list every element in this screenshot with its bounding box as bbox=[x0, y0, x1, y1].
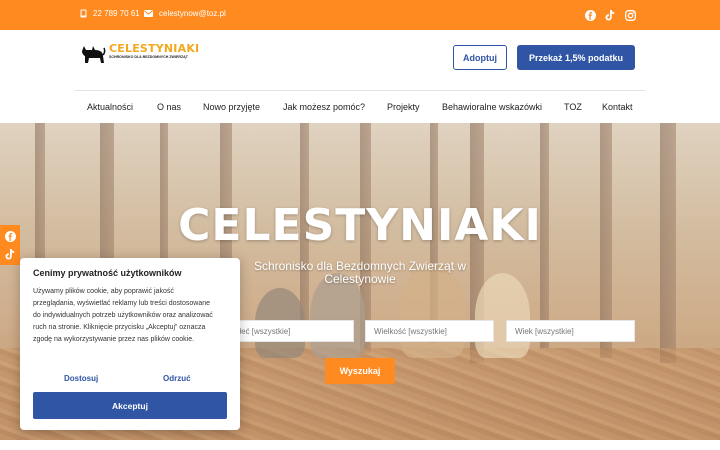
nav-item-about[interactable]: O nas bbox=[157, 102, 181, 112]
customize-cookies-button[interactable]: Dostosuj bbox=[64, 374, 98, 383]
page-bottom bbox=[0, 440, 720, 450]
top-bar: 22 789 70 61 celestynow@toz.pl bbox=[0, 0, 720, 30]
cookie-consent-panel: Cenimy prywatność użytkowników Używamy p… bbox=[20, 258, 240, 430]
tiktok-icon[interactable] bbox=[3, 247, 17, 261]
nav-item-projects[interactable]: Projekty bbox=[387, 102, 420, 112]
donate-tax-button[interactable]: Przekaż 1,5% podatku bbox=[517, 45, 635, 70]
hero-title: CELESTYNIAKI bbox=[178, 200, 542, 251]
nav-item-contact[interactable]: Kontakt bbox=[602, 102, 633, 112]
adopt-button[interactable]: Adoptuj bbox=[453, 45, 507, 70]
nav-item-new-arrivals[interactable]: Nowo przyjęte bbox=[203, 102, 260, 112]
nav-item-how-to-help[interactable]: Jak możesz pomóc? bbox=[283, 102, 365, 112]
facebook-icon[interactable] bbox=[583, 8, 597, 22]
phone-icon bbox=[80, 9, 87, 18]
accept-cookies-button[interactable]: Akceptuj bbox=[33, 392, 227, 419]
logo-title: CELESTYNIAKI bbox=[109, 42, 200, 55]
cookie-title: Cenimy prywatność użytkowników bbox=[33, 268, 182, 278]
logo-subtitle: SCHRONISKO DLA BEZDOMNYCH ZWIERZĄT bbox=[109, 55, 188, 59]
phone-number: 22 789 70 61 bbox=[93, 9, 140, 18]
instagram-icon[interactable] bbox=[623, 8, 637, 22]
search-button[interactable]: Wyszukaj bbox=[325, 358, 395, 384]
reject-cookies-button[interactable]: Odrzuć bbox=[163, 374, 191, 383]
side-social-bar bbox=[0, 225, 20, 265]
main-nav: Aktualności O nas Nowo przyjęte Jak może… bbox=[75, 90, 645, 123]
age-filter-select[interactable]: Wiek [wszystkie] bbox=[506, 320, 635, 342]
nav-item-behavioral-tips[interactable]: Behawioralne wskazówki bbox=[442, 102, 542, 112]
email-contact[interactable]: celestynow@toz.pl bbox=[144, 9, 226, 18]
site-logo[interactable]: CELESTYNIAKI SCHRONISKO DLA BEZDOMNYCH Z… bbox=[80, 43, 199, 71]
email-address: celestynow@toz.pl bbox=[159, 9, 226, 18]
tiktok-icon[interactable] bbox=[603, 8, 617, 22]
nav-item-toz[interactable]: TOZ bbox=[564, 102, 582, 112]
nav-item-news[interactable]: Aktualności bbox=[87, 102, 133, 112]
cookie-description: Używamy plików cookie, aby poprawić jako… bbox=[33, 288, 213, 343]
facebook-icon[interactable] bbox=[3, 229, 17, 243]
envelope-icon bbox=[144, 10, 153, 17]
hero-subtitle: Schronisko dla Bezdomnych Zwierząt w Cel… bbox=[253, 259, 467, 286]
phone-contact[interactable]: 22 789 70 61 bbox=[80, 9, 140, 18]
size-filter-select[interactable]: Wielkość [wszystkie] bbox=[365, 320, 494, 342]
sex-filter-select[interactable]: Płeć [wszystkie] bbox=[225, 320, 354, 342]
cat-logo-icon bbox=[80, 43, 106, 70]
